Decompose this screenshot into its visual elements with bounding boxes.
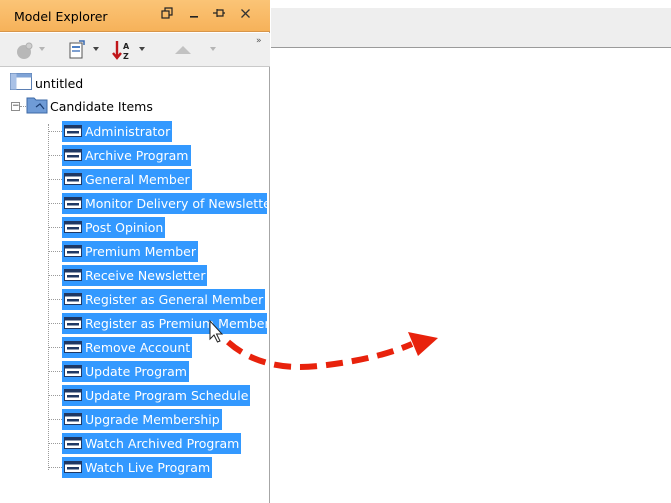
tree-model-node[interactable]: − Candidate Items [11, 96, 153, 116]
tree-connector [48, 418, 62, 420]
tree-item[interactable]: General Member [48, 168, 192, 190]
tree-connector [48, 346, 62, 348]
tree-connector [48, 178, 62, 180]
element-icon [62, 360, 83, 382]
tree-connector [48, 466, 62, 468]
tree-root-label: untitled [35, 75, 84, 91]
tree-item-label: Administrator [83, 120, 173, 142]
app-window: Model Explorer A Z » untitled − Candidat… [0, 0, 671, 503]
tree-connector [48, 274, 62, 276]
tree-item-label: Receive Newsletter [83, 264, 208, 286]
panel-title: Model Explorer [14, 9, 108, 24]
tree-item[interactable]: Administrator [48, 120, 173, 142]
tree-item[interactable]: Archive Program [48, 144, 191, 166]
tree-item-label: Archive Program [83, 144, 191, 166]
tree-connector [48, 370, 62, 372]
top-spacer [271, 0, 671, 8]
up-icon[interactable] [172, 39, 194, 61]
element-icon [62, 192, 83, 214]
close-icon[interactable] [236, 7, 254, 25]
model-folder-icon [26, 95, 48, 117]
tree-item[interactable]: Watch Archived Program [48, 432, 242, 454]
tree-connector [48, 154, 62, 156]
tree-connector [48, 202, 62, 204]
element-icon [62, 240, 83, 262]
tree-item-label: Update Program [83, 360, 189, 382]
diagram-canvas[interactable] [271, 49, 671, 503]
up-dropdown-icon[interactable] [210, 47, 216, 51]
element-icon [62, 456, 83, 478]
element-icon [62, 120, 83, 142]
element-icon [62, 336, 83, 358]
diagram-tab-strip [271, 8, 671, 48]
tree-item-label: Watch Archived Program [83, 432, 242, 454]
tree-item[interactable]: Remove Account [48, 336, 193, 358]
tree-item[interactable]: Post Opinion [48, 216, 166, 238]
tree-item-label: Watch Live Program [83, 456, 213, 478]
tree-connector [48, 394, 62, 396]
tree-connector [48, 442, 62, 444]
new-model-dropdown-icon[interactable] [39, 47, 45, 51]
tree-item[interactable]: Monitor Delivery of Newslette [48, 192, 267, 214]
minimize-icon[interactable] [185, 7, 203, 25]
view-options-dropdown-icon[interactable] [93, 47, 99, 51]
tree-item-label: Register as Premium Member [83, 312, 267, 334]
panel-title-bar[interactable]: Model Explorer [0, 0, 270, 32]
tree-item[interactable]: Premium Member [48, 240, 199, 262]
tree-item[interactable]: Update Program [48, 360, 189, 382]
element-icon [62, 144, 83, 166]
tree-root-node[interactable]: untitled [10, 73, 84, 93]
model-tree: untitled − Candidate Items Administrator… [0, 70, 268, 503]
element-icon [62, 312, 83, 334]
tree-model-label: Candidate Items [50, 98, 153, 114]
panel-edge [267, 67, 269, 503]
tree-item-label: Update Program Schedule [83, 384, 251, 406]
svg-text:A: A [123, 42, 130, 51]
sort-dropdown-icon[interactable] [139, 47, 145, 51]
sort-icon[interactable]: A Z [112, 39, 134, 61]
tree-item[interactable]: Receive Newsletter [48, 264, 208, 286]
element-icon [62, 408, 83, 430]
svg-text:Z: Z [123, 52, 129, 61]
tree-item-label: Monitor Delivery of Newslette [83, 192, 267, 214]
tree-item[interactable]: Update Program Schedule [48, 384, 251, 406]
element-icon [62, 432, 83, 454]
new-model-icon[interactable] [14, 39, 36, 61]
toolbar-overflow-icon[interactable]: » [256, 36, 264, 64]
tree-item[interactable]: Register as Premium Member [48, 312, 267, 334]
restore-icon[interactable] [158, 7, 176, 25]
tree-item[interactable]: Watch Live Program [48, 456, 213, 478]
tree-item-label: Register as General Member [83, 288, 266, 310]
tree-connector [48, 130, 62, 132]
tree-item-label: General Member [83, 168, 192, 190]
pin-icon[interactable] [210, 7, 228, 25]
element-icon [62, 288, 83, 310]
element-icon [62, 216, 83, 238]
tree-item[interactable]: Upgrade Membership [48, 408, 222, 430]
tree-connector [48, 298, 62, 300]
tree-item-label: Upgrade Membership [83, 408, 222, 430]
tree-connector [48, 226, 62, 228]
model-explorer-panel: Model Explorer A Z » untitled − Candidat… [0, 0, 270, 503]
tree-item[interactable]: Register as General Member [48, 288, 266, 310]
tree-item-label: Premium Member [83, 240, 199, 262]
explorer-toolbar: A Z » [0, 33, 270, 67]
view-options-icon[interactable] [66, 39, 88, 61]
tree-connector [48, 250, 62, 252]
element-icon [62, 168, 83, 190]
element-icon [62, 384, 83, 406]
collapse-icon[interactable]: − [11, 101, 20, 111]
tree-item-label: Post Opinion [83, 216, 166, 238]
tree-connector [48, 322, 62, 324]
tree-item-label: Remove Account [83, 336, 193, 358]
project-icon [10, 73, 32, 93]
element-icon [62, 264, 83, 286]
